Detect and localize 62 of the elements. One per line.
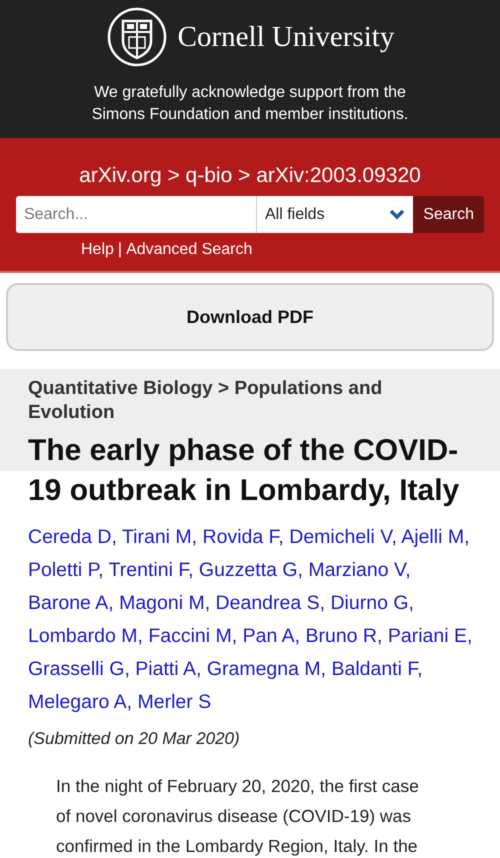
author-link[interactable]: Deandrea S xyxy=(216,592,320,614)
author-link[interactable]: Lombardo M xyxy=(28,625,138,647)
author-link[interactable]: Bruno R xyxy=(305,625,378,647)
comma: , xyxy=(204,592,210,614)
comma: , xyxy=(417,658,423,680)
comma: , xyxy=(408,592,414,614)
author-link[interactable]: Pariani E xyxy=(388,625,467,647)
author-link[interactable]: Baldanti F xyxy=(331,658,418,680)
search-field[interactable]: Search... xyxy=(16,196,256,233)
search-button[interactable]: Search xyxy=(413,196,484,233)
author-link[interactable]: Demicheli V xyxy=(289,526,392,548)
chevron-icon xyxy=(389,209,406,220)
comma: , xyxy=(188,559,194,581)
breadcrumb: arXiv.org > q-bio > arXiv:2003.09320 xyxy=(79,164,421,188)
author-link[interactable]: Tirani M xyxy=(122,526,192,548)
comma: , xyxy=(111,526,117,548)
author-link[interactable]: Trentini F xyxy=(108,559,188,581)
author-link[interactable]: Magoni M xyxy=(119,592,205,614)
author-link[interactable]: Diurno G xyxy=(330,592,408,614)
comma: , xyxy=(124,658,130,680)
author-link[interactable]: Melegaro A xyxy=(28,691,127,713)
author-link[interactable]: Barone A xyxy=(28,592,108,614)
comma: , xyxy=(391,526,397,548)
comma: , xyxy=(126,691,132,713)
comma: , xyxy=(298,559,303,581)
comma: , xyxy=(467,625,472,647)
author-link[interactable]: Ajelli M xyxy=(401,526,464,548)
comma: , xyxy=(377,625,382,647)
comma: , xyxy=(192,526,198,548)
comma: , xyxy=(137,625,143,647)
submission-date: (Submitted on 20 Mar 2020) xyxy=(27,729,241,749)
comma: , xyxy=(98,559,104,581)
shield-logo-icon xyxy=(106,6,168,68)
download-pdf-button[interactable]: Download PDF xyxy=(6,283,494,351)
comma: , xyxy=(405,559,411,581)
author-link[interactable]: Pan A xyxy=(242,625,295,647)
comma: , xyxy=(278,526,284,548)
brand-name: Cornell University xyxy=(178,20,394,54)
comma: , xyxy=(320,592,326,614)
separator: | xyxy=(118,241,122,259)
advanced-search-link[interactable]: Advanced Search xyxy=(126,241,252,259)
abstract-text: In the night of February 20, 2020, the first case of novel coronavirus disease (COVID-19) was confirmed in the Lombardy Region, Italy. In the xyxy=(55,775,420,858)
author-link[interactable]: Piatti A xyxy=(135,658,196,680)
author-link[interactable]: Gramegna M xyxy=(206,658,321,680)
author-link[interactable]: Poletti P xyxy=(28,559,98,581)
subject-heading: Quantitative Biology > Populations and Evolution xyxy=(28,377,384,425)
comma: , xyxy=(464,526,470,548)
comma: , xyxy=(196,658,202,680)
comma: , xyxy=(108,592,114,614)
author-link[interactable]: Guzzetta G xyxy=(198,559,298,581)
comma: , xyxy=(232,625,238,647)
author-link[interactable]: Cereda D xyxy=(28,526,112,548)
author-link[interactable]: Grasselli G xyxy=(28,658,124,680)
author-link[interactable]: Rovida F xyxy=(202,526,278,548)
field-select[interactable]: All fields xyxy=(256,196,414,233)
author-link[interactable]: Merler S xyxy=(138,691,212,713)
comma: , xyxy=(294,625,300,647)
author-link[interactable]: Faccini M xyxy=(148,625,232,647)
help-link[interactable]: Help xyxy=(81,241,114,259)
comma: , xyxy=(320,658,326,680)
author-link[interactable]: Marziano V xyxy=(308,559,406,581)
support-text: We gratefully acknowledge support from the Simons Foundation and member institutions. xyxy=(90,83,410,125)
